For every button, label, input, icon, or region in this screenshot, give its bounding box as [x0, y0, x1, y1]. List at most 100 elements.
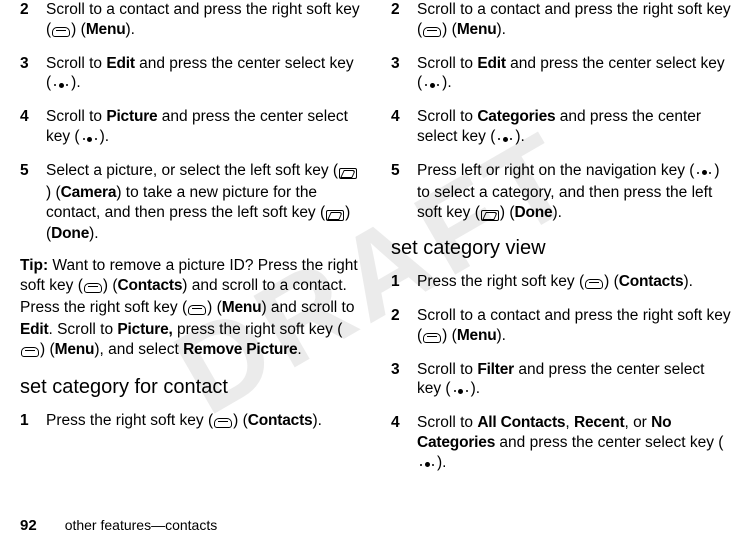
step-text: Scroll to Picture and press the center s… — [46, 107, 361, 149]
soft-key-icon — [338, 163, 358, 183]
left-step-4: 4 Scroll to Picture and press the center… — [20, 107, 361, 149]
text: , or — [624, 414, 651, 431]
step-number: 2 — [391, 0, 417, 42]
right-step-4: 4 Scroll to Categories and press the cen… — [391, 107, 732, 149]
all-contacts-label: All Contacts — [477, 414, 565, 431]
center-select-icon — [80, 129, 100, 149]
done-label: Done — [515, 204, 553, 221]
text: , — [565, 414, 574, 431]
categories-label: Categories — [477, 108, 555, 125]
step-text: Select a picture, or select the left sof… — [46, 161, 361, 244]
text: ) ( — [207, 299, 222, 316]
step-number: 1 — [391, 272, 417, 294]
menu-label: Menu — [457, 327, 497, 344]
text: ). — [552, 204, 561, 221]
step-text: Scroll to Edit and press the center sele… — [46, 54, 361, 96]
text: ) ( — [40, 341, 55, 358]
text: Press the right soft key ( — [417, 273, 584, 290]
step-number: 4 — [20, 107, 46, 149]
page-content: 2 Scroll to a contact and press the righ… — [0, 0, 752, 500]
step-text: Scroll to a contact and press the right … — [417, 306, 732, 348]
step-text: Press the right soft key () (Contacts). — [417, 272, 732, 294]
tip-label: Tip: — [20, 257, 48, 274]
step-text: Scroll to Edit and press the center sele… — [417, 54, 732, 96]
text: ), and select — [94, 341, 183, 358]
text: ) ( — [500, 204, 515, 221]
text: and press the center select key ( — [495, 434, 723, 451]
step-number: 3 — [20, 54, 46, 96]
step-text: Scroll to Filter and press the center se… — [417, 360, 732, 402]
step-number: 4 — [391, 413, 417, 474]
done-label: Done — [51, 225, 89, 242]
center-select-icon — [451, 381, 471, 401]
menu-label: Menu — [86, 21, 126, 38]
text: ). — [125, 21, 134, 38]
text: Scroll to — [417, 414, 477, 431]
page-number: 92 — [20, 517, 37, 534]
picture-label: Picture — [106, 108, 157, 125]
text: Select a picture, or select the left sof… — [46, 162, 338, 179]
remove-picture-label: Remove Picture — [183, 341, 297, 358]
picture-label: Picture, — [117, 321, 172, 338]
right-sub-step-4: 4 Scroll to All Contacts, Recent, or No … — [391, 413, 732, 474]
center-select-icon — [417, 455, 437, 475]
filter-label: Filter — [477, 361, 514, 378]
step-number: 5 — [20, 161, 46, 244]
text: Press left or right on the navigation ke… — [417, 162, 694, 179]
edit-label: Edit — [477, 55, 505, 72]
text: Scroll to — [417, 108, 477, 125]
text: ). — [437, 454, 446, 471]
soft-key-icon — [422, 22, 442, 42]
text: Scroll to — [46, 55, 106, 72]
text: ). — [496, 327, 505, 344]
tip-paragraph: Tip: Want to remove a picture ID? Press … — [20, 256, 361, 361]
soft-key-icon — [83, 278, 103, 298]
soft-key-icon — [584, 274, 604, 294]
text: Press the right soft key ( — [46, 412, 213, 429]
text: ). — [89, 225, 98, 242]
step-text: Scroll to a contact and press the right … — [46, 0, 361, 42]
soft-key-icon — [325, 205, 345, 225]
page-footer: 92 other features—contacts — [20, 517, 217, 534]
heading-set-category-for-contact: set category for contact — [20, 375, 361, 401]
right-step-2: 2 Scroll to a contact and press the righ… — [391, 0, 732, 42]
edit-label: Edit — [20, 321, 48, 338]
text: ). — [471, 380, 480, 397]
soft-key-icon — [187, 300, 207, 320]
contacts-label: Contacts — [248, 412, 313, 429]
text: ). — [100, 128, 109, 145]
recent-label: Recent — [574, 414, 624, 431]
heading-set-category-view: set category view — [391, 236, 732, 262]
menu-label: Menu — [55, 341, 95, 358]
right-sub-step-3: 3 Scroll to Filter and press the center … — [391, 360, 732, 402]
step-text: Press left or right on the navigation ke… — [417, 161, 732, 224]
text: ) ( — [103, 277, 118, 294]
text: Scroll to — [46, 108, 106, 125]
step-text: Press the right soft key () (Contacts). — [46, 411, 361, 433]
soft-key-icon — [422, 328, 442, 348]
menu-label: Menu — [457, 21, 497, 38]
contacts-label: Contacts — [118, 277, 183, 294]
step-number: 2 — [20, 0, 46, 42]
text: Scroll to — [417, 55, 477, 72]
text: ). — [312, 412, 321, 429]
center-select-icon — [694, 163, 714, 183]
right-step-5: 5 Press left or right on the navigation … — [391, 161, 732, 224]
text: ) ( — [71, 21, 86, 38]
footer-section: other features—contacts — [65, 517, 218, 533]
camera-label: Camera — [61, 184, 117, 201]
center-select-icon — [51, 75, 71, 95]
step-number: 2 — [391, 306, 417, 348]
center-select-icon — [422, 75, 442, 95]
text: ) and scroll to — [261, 299, 354, 316]
step-text: Scroll to a contact and press the right … — [417, 0, 732, 42]
text: . — [297, 341, 301, 358]
text: ). — [442, 74, 451, 91]
left-column: 2 Scroll to a contact and press the righ… — [20, 0, 361, 490]
text: ). — [683, 273, 692, 290]
left-step-3: 3 Scroll to Edit and press the center se… — [20, 54, 361, 96]
text: ). — [496, 21, 505, 38]
text: ) ( — [442, 21, 457, 38]
left-step-5: 5 Select a picture, or select the left s… — [20, 161, 361, 244]
text: ) ( — [46, 184, 61, 201]
